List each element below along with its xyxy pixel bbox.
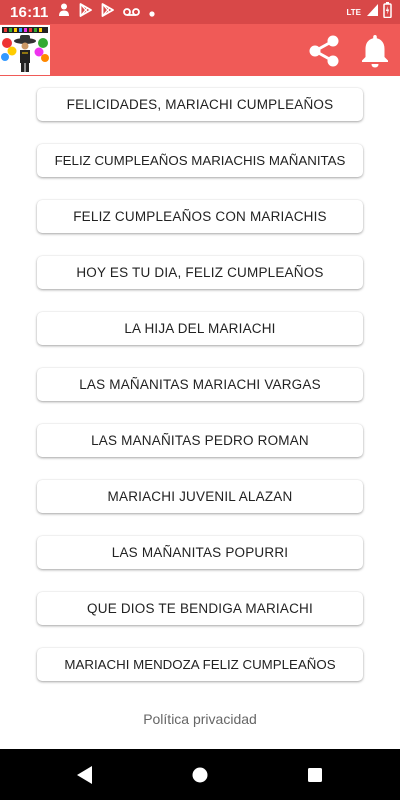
navigation-bar xyxy=(0,749,400,800)
signal-icon xyxy=(366,3,379,21)
privacy-policy-link[interactable]: Política privacidad xyxy=(0,711,400,727)
share-button[interactable] xyxy=(306,33,342,69)
song-button[interactable]: FELICIDADES, MARIACHI CUMPLEAÑOS xyxy=(37,88,363,121)
share-icon xyxy=(309,35,339,67)
song-button[interactable]: LAS MAÑANITAS POPURRI xyxy=(37,536,363,569)
song-button[interactable]: FELIZ CUMPLEAÑOS CON MARIACHIS xyxy=(37,200,363,233)
status-bar: 16:11 LTE xyxy=(0,0,400,24)
battery-charging-icon xyxy=(383,2,392,22)
status-time: 16:11 xyxy=(10,3,49,21)
recents-icon xyxy=(308,768,322,782)
voicemail-icon xyxy=(122,4,140,21)
play-store-icon xyxy=(101,3,114,21)
dot-icon xyxy=(148,4,155,21)
home-icon xyxy=(192,767,208,783)
back-icon xyxy=(77,766,92,784)
song-button[interactable]: QUE DIOS TE BENDIGA MARIACHI xyxy=(37,592,363,625)
back-button[interactable] xyxy=(72,762,98,788)
bell-icon xyxy=(362,35,388,68)
song-button[interactable]: MARIACHI JUVENIL ALAZAN xyxy=(37,480,363,513)
recents-button[interactable] xyxy=(302,762,328,788)
song-button[interactable]: HOY ES TU DIA, FELIZ CUMPLEAÑOS xyxy=(37,256,363,289)
song-button[interactable]: LAS MAÑANITAS MARIACHI VARGAS xyxy=(37,368,363,401)
song-button[interactable]: FELIZ CUMPLEAÑOS MARIACHIS MAÑANITAS xyxy=(37,144,363,177)
song-button[interactable]: LAS MANAÑITAS PEDRO ROMAN xyxy=(37,424,363,457)
app-bar xyxy=(0,24,400,76)
notifications-button[interactable] xyxy=(357,32,393,70)
person-icon xyxy=(58,3,70,21)
home-button[interactable] xyxy=(187,762,213,788)
play-store-icon xyxy=(79,3,92,21)
network-type: LTE xyxy=(346,7,361,17)
song-button[interactable]: MARIACHI MENDOZA FELIZ CUMPLEAÑOS xyxy=(37,648,363,681)
song-button[interactable]: LA HIJA DEL MARIACHI xyxy=(37,312,363,345)
mariachi-logo-icon xyxy=(0,25,50,75)
